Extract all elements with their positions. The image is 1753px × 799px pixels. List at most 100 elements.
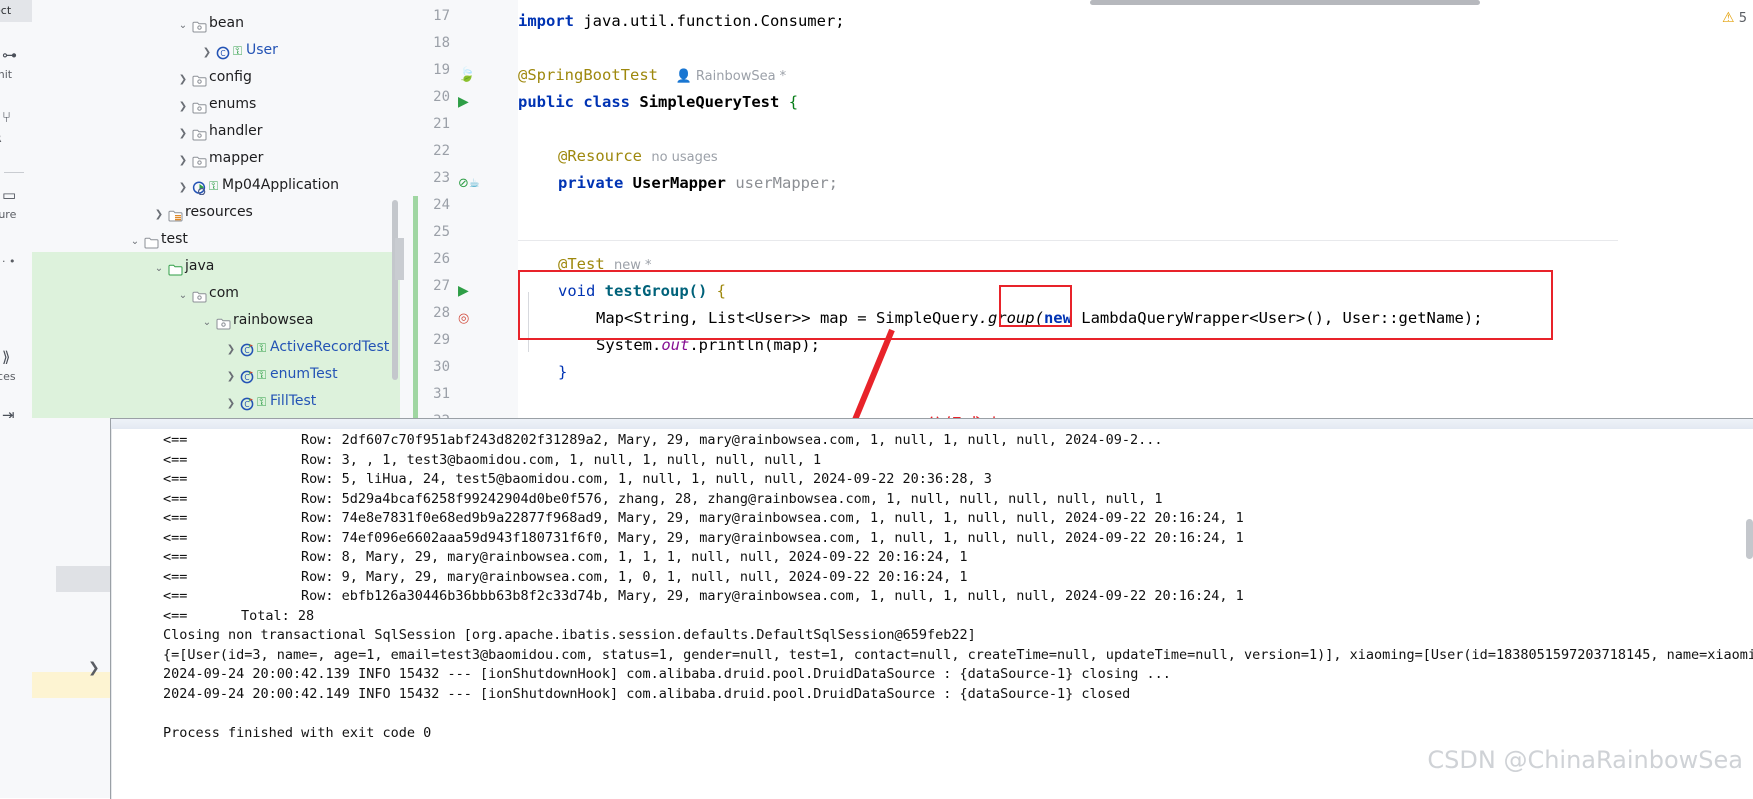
chevron-right-icon[interactable]: ❯ (88, 660, 100, 676)
line-number: 29 (414, 332, 450, 348)
line-number: 31 (414, 386, 450, 402)
console-gutter (111, 429, 112, 799)
tool-strip-label: mit (0, 68, 12, 81)
tree-expand-arrow[interactable]: ⌄ (152, 255, 166, 282)
console-line-text: Row: 3, , 1, test3@baomidou.com, 1, null… (301, 451, 821, 470)
console-line-text: Total: 28 (241, 607, 314, 626)
svg-text:C: C (244, 400, 249, 409)
tree-expand-arrow[interactable]: ❯ (200, 39, 214, 66)
tree-expand-arrow[interactable]: ❯ (152, 201, 166, 228)
project-tree-item-rainbowsea[interactable]: ⌄rainbowsea (32, 307, 400, 334)
tree-expand-arrow[interactable]: ❯ (224, 336, 238, 363)
tree-expand-arrow[interactable]: ❯ (176, 93, 190, 120)
console-arrow: <== (163, 490, 187, 509)
tree-expand-arrow[interactable]: ❯ (176, 66, 190, 93)
svg-text:C: C (244, 373, 249, 382)
svg-text:C: C (244, 346, 249, 355)
console-line-text: Row: 8, Mary, 29, mary@rainbowsea.com, 1… (301, 548, 967, 567)
project-tree-item-enums[interactable]: ❯enums (32, 91, 400, 118)
author-inlay-hint: 👤 RainbowSea * (667, 69, 786, 84)
tree-item-label: ActiveRecordTest (270, 334, 389, 361)
public-lock-icon: ⚿ (257, 389, 270, 416)
class-name: SimpleQueryTest (639, 93, 779, 111)
tree-item-label: handler (209, 118, 262, 145)
tree-expand-arrow[interactable]: ❯ (176, 174, 190, 201)
console-map-line: {=[User(id=3, name=, age=1, email=test3@… (163, 646, 1753, 665)
tool-strip-label: ture (0, 208, 16, 221)
keyword-class: class (583, 93, 630, 111)
console-line-text: Row: 9, Mary, 29, mary@rainbowsea.com, 1… (301, 568, 967, 587)
project-tree-item-config[interactable]: ❯ config (32, 64, 400, 91)
field-name: userMapper; (735, 174, 838, 192)
console-scrollbar[interactable] (1746, 519, 1753, 559)
project-tree-item-enumtest[interactable]: ❯C⚿enumTest (32, 361, 400, 388)
line-number: 21 (414, 116, 450, 132)
tree-expand-arrow[interactable]: ⌄ (200, 309, 214, 336)
tree-expand-arrow[interactable]: ⌄ (128, 228, 142, 255)
watermark-text: CSDN @ChinaRainbowSea (1427, 746, 1743, 774)
editor-horizontal-scrollbar[interactable] (1090, 0, 1480, 5)
structure-icon: ▭ (2, 188, 16, 203)
tree-expand-arrow[interactable]: ⌄ (176, 282, 190, 309)
project-tree-item-bean[interactable]: ⌄ bean (32, 10, 400, 37)
spring-class-icon (190, 175, 209, 202)
console-line-text: Row: 5d29a4bcaf6258f99242904d0be0f576, z… (301, 490, 1163, 509)
project-tree-item-test[interactable]: ⌄test (32, 226, 400, 253)
tree-item-label: enumTest (270, 361, 338, 388)
project-tree-item-com[interactable]: ⌄ com (32, 280, 400, 307)
package-icon (190, 283, 209, 310)
tree-item-label: com (209, 280, 239, 307)
test-class-icon: C (238, 337, 257, 364)
tree-expand-arrow[interactable]: ⌄ (176, 12, 190, 39)
project-tree-item-activerecordtest[interactable]: ❯C⚿ActiveRecordTest (32, 334, 400, 361)
tree-item-label: config (209, 64, 252, 91)
tree-item-label: FillTest (270, 388, 316, 415)
source-folder-icon (166, 256, 185, 283)
project-tree-item-resources[interactable]: ❯resources (32, 199, 400, 226)
console-arrow: <== (163, 529, 187, 548)
editor-scrollbar-thumb[interactable] (395, 238, 404, 280)
project-tree-item-handler[interactable]: ❯ handler (32, 118, 400, 145)
bookmark-icon[interactable]: ◎ (458, 305, 469, 332)
line-number: 28 (414, 305, 450, 321)
console-arrow: <== (163, 451, 187, 470)
warning-count: 5 (1739, 11, 1747, 26)
tool-strip-tab-project[interactable]: ect (0, 0, 33, 22)
tool-strip-dots-icon: · • (2, 255, 15, 268)
project-tree-item-filltest[interactable]: ❯ C ⚿FillTest (32, 388, 400, 415)
console-line-text: Row: 74e8e7831f0e68ed9b9a22877f968ad9, M… (301, 509, 1244, 528)
tree-expand-arrow[interactable]: ❯ (176, 147, 190, 174)
code-fold-separator (518, 240, 1618, 241)
tree-item-label: bean (209, 10, 244, 37)
tree-item-label: User (246, 37, 278, 64)
line-number: 22 (414, 143, 450, 159)
line-number: 25 (414, 224, 450, 240)
line-number: 24 (414, 197, 450, 213)
run-console-panel[interactable]: <==Row: 2df607c70f951abf243d8202f31289a2… (110, 418, 1753, 799)
tree-expand-arrow[interactable]: ❯ (224, 363, 238, 390)
run-test-icon[interactable]: ▶ (458, 89, 469, 116)
run-test-icon[interactable]: ▶ (458, 278, 469, 305)
project-tree-item-mapper[interactable]: ❯mapper (32, 145, 400, 172)
pull-request-icon: ⑂ (2, 110, 11, 125)
inspection-warning-widget[interactable]: ⚠ 5 (1722, 10, 1747, 26)
spring-leaf-icon[interactable]: 🍃 (458, 62, 475, 89)
package-icon (190, 67, 209, 94)
project-tree-item-user[interactable]: ❯ C ⚿User (32, 37, 400, 64)
commit-icon: ⊶ (2, 48, 17, 63)
tree-item-label: Mp04Application (222, 172, 339, 199)
project-tree-item-java[interactable]: ⌄java (32, 253, 400, 280)
usage-inlay-hint: no usages (651, 150, 717, 165)
svg-text:C: C (220, 49, 225, 58)
project-tree-item-mp04application[interactable]: ❯⚿Mp04Application (32, 172, 400, 199)
package-icon (190, 121, 209, 148)
project-tree-scrollbar[interactable] (392, 200, 398, 380)
tree-expand-arrow[interactable]: ❯ (176, 120, 190, 147)
console-exit-line: Process finished with exit code 0 (163, 724, 431, 743)
console-arrow: <== (163, 431, 187, 450)
console-arrow: <== (163, 470, 187, 489)
public-lock-icon: ⚿ (233, 38, 246, 65)
project-tree-rows: ⌄bean❯C⚿User❯config❯enums❯handler❯mapper… (32, 10, 400, 415)
bean-icon[interactable]: ⊘☕ (458, 170, 480, 197)
tree-expand-arrow[interactable]: ❯ (224, 390, 238, 417)
